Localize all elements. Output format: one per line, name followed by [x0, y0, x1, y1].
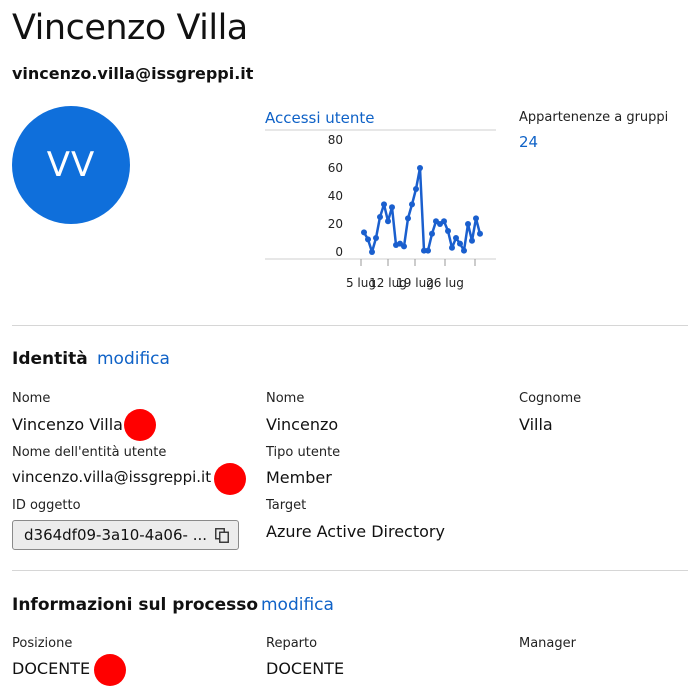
data-point	[385, 218, 391, 225]
data-point	[449, 244, 455, 251]
object-id-field[interactable]: d364df09-3a10-4a06- ...	[12, 520, 239, 550]
surname-value: Villa	[519, 415, 553, 434]
given-name-label: Nome	[266, 391, 305, 406]
department-label: Reparto	[266, 636, 318, 651]
section-divider	[12, 325, 688, 326]
data-point	[381, 201, 387, 208]
data-point	[417, 165, 423, 171]
upn-label: Nome dell'entità utente	[12, 445, 167, 460]
data-point	[465, 221, 471, 227]
y-tick-label: 80	[328, 133, 343, 147]
given-name-value: Vincenzo	[266, 415, 339, 434]
y-tick-label: 20	[328, 217, 343, 231]
data-point	[373, 235, 379, 241]
process-section-title: Informazioni sul processo	[12, 595, 259, 615]
data-point	[405, 215, 411, 222]
data-point	[453, 235, 459, 241]
name-label: Nome	[12, 391, 51, 406]
redaction-marker	[214, 463, 246, 495]
identity-edit-link[interactable]: modifica	[97, 349, 170, 369]
identity-section-title: Identità	[12, 349, 88, 369]
redaction-marker	[124, 409, 156, 441]
x-tick-label: 26 lug	[426, 276, 464, 290]
y-tick-label: 60	[328, 161, 343, 175]
access-chart: 806040200 5 lug12 lug19 lug26 lug	[265, 129, 496, 290]
target-label: Target	[266, 498, 307, 513]
process-edit-link[interactable]: modifica	[261, 595, 334, 615]
data-point	[469, 237, 475, 244]
y-tick-label: 40	[328, 189, 343, 203]
data-point	[429, 230, 435, 237]
data-point	[377, 214, 383, 220]
data-point	[369, 249, 375, 255]
department-value: DOCENTE	[266, 659, 345, 678]
user-type-value: Member	[266, 468, 332, 487]
object-id-label: ID oggetto	[12, 498, 81, 513]
position-label: Posizione	[12, 636, 73, 651]
redaction-marker	[94, 654, 126, 686]
target-link[interactable]: Azure Active Directory	[266, 522, 445, 541]
data-point	[401, 243, 407, 250]
data-point	[413, 186, 419, 192]
manager-label: Manager	[519, 636, 576, 651]
data-point	[461, 247, 467, 254]
data-point	[365, 236, 371, 243]
data-point	[457, 240, 463, 247]
surname-label: Cognome	[519, 391, 582, 406]
name-value: Vincenzo Villa	[12, 415, 123, 434]
data-point	[445, 228, 451, 234]
groups-count-link[interactable]: 24	[519, 133, 538, 151]
data-point	[441, 218, 447, 225]
access-series-line	[362, 166, 482, 254]
object-id-value: d364df09-3a10-4a06- ...	[24, 526, 207, 544]
groups-label: Appartenenze a gruppi	[519, 110, 669, 125]
upn-value: vincenzo.villa@issgreppi.it	[12, 468, 212, 486]
data-point	[361, 229, 367, 236]
user-type-label: Tipo utente	[266, 445, 341, 460]
data-point	[409, 201, 415, 208]
section-divider	[12, 570, 688, 571]
data-point	[473, 215, 479, 222]
data-point	[425, 247, 431, 254]
position-value: DOCENTE	[12, 659, 91, 678]
data-point	[477, 230, 483, 237]
copy-icon[interactable]	[215, 528, 229, 543]
data-point	[389, 204, 395, 211]
y-tick-label: 0	[335, 245, 343, 259]
